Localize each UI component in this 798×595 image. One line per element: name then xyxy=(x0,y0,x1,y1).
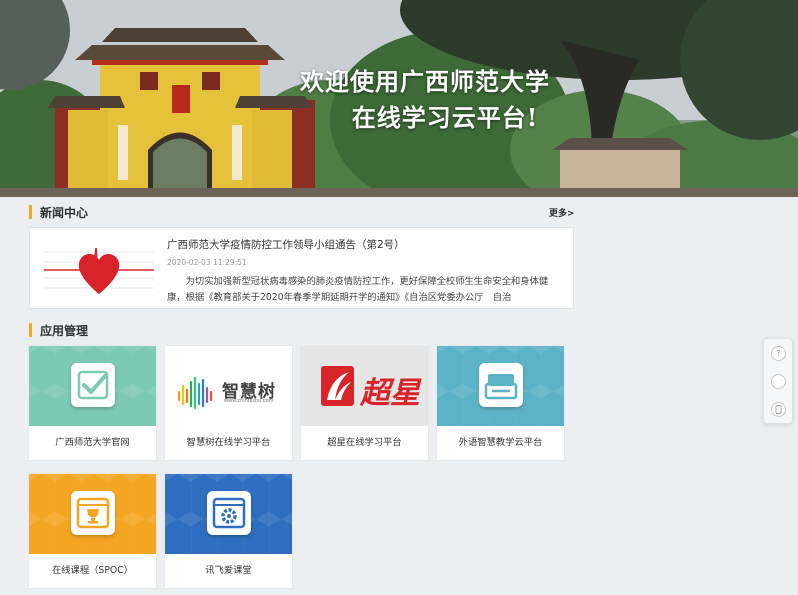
news-item-date: 2020-02-03 11:29:51 xyxy=(167,258,247,267)
app-tile-label: 智慧树在线学习平台 xyxy=(186,437,271,448)
news-section-title: 新闻中心 xyxy=(40,205,89,220)
news-item-summary: 为切实加强新型冠状病毒感染的肺炎疫情防控工作，更好保障全校师生生命安全和身体健康… xyxy=(167,276,549,303)
floating-side-toolbar: ? xyxy=(763,338,793,424)
app-tile-label: 超星在线学习平台 xyxy=(327,437,402,448)
app-tile-chaoxing[interactable]: 超星 超星在线学习平台 xyxy=(301,346,428,460)
news-item-title[interactable]: 广西师范大学疫情防控工作领导小组通告（第2号） xyxy=(167,237,405,252)
apps-section-header: 应用管理 xyxy=(29,322,88,338)
app-tile-label: 讯飞爱课堂 xyxy=(205,565,252,576)
news-more-link[interactable]: 更多> xyxy=(549,206,575,219)
chaoxing-logo-text: 超星 xyxy=(360,376,420,411)
app-tile-image xyxy=(165,474,292,554)
app-tile-university-website[interactable]: 广西师范大学官网 xyxy=(29,346,156,460)
app-tile-image: 智慧树 www.zhihuishu.com xyxy=(165,346,292,426)
trophy-window-icon xyxy=(71,491,115,535)
printer-box-icon xyxy=(479,363,523,407)
gear-window-icon xyxy=(207,491,251,535)
zhihuishu-logo-url: www.zhihuishu.com xyxy=(224,398,274,404)
apps-section-title: 应用管理 xyxy=(40,323,89,338)
app-tile-iflytek-classroom[interactable]: 讯飞爱课堂 xyxy=(165,474,292,588)
mobile-icon[interactable] xyxy=(771,402,786,417)
banner-title-line1: 欢迎使用广西师范大学 xyxy=(300,67,550,96)
app-tile-image xyxy=(437,346,564,426)
circle-icon[interactable] xyxy=(771,374,786,389)
news-item[interactable]: 广西师范大学疫情防控工作领导小组通告（第2号） 2020-02-03 11:29… xyxy=(29,227,574,309)
section-accent-bar xyxy=(29,205,32,219)
heartbeat-thumbnail-icon xyxy=(42,238,156,300)
app-tile-label: 在线课程（SPOC） xyxy=(51,565,134,576)
check-document-icon xyxy=(71,363,115,407)
app-tile-label: 外语智慧教学云平台 xyxy=(458,437,543,448)
banner-title-line2: 在线学习云平台! xyxy=(351,103,539,132)
banner: 欢迎使用广西师范大学 在线学习云平台! xyxy=(0,0,798,197)
app-tile-zhihuishu[interactable]: 智慧树 www.zhihuishu.com 智慧树在线学习平台 xyxy=(165,346,292,460)
help-icon[interactable]: ? xyxy=(771,346,786,361)
news-section-header: 新闻中心 xyxy=(29,204,88,220)
banner-welcome-title: 欢迎使用广西师范大学 在线学习云平台! xyxy=(300,64,590,136)
app-tile-image: 超星 xyxy=(301,346,428,426)
app-tile-label: 广西师范大学官网 xyxy=(55,437,130,448)
app-tile-image xyxy=(29,474,156,554)
app-tile-image xyxy=(29,346,156,426)
app-tile-spoc[interactable]: 在线课程（SPOC） xyxy=(29,474,156,588)
section-accent-bar xyxy=(29,323,32,337)
app-tile-foreign-language[interactable]: 外语智慧教学云平台 xyxy=(437,346,564,460)
